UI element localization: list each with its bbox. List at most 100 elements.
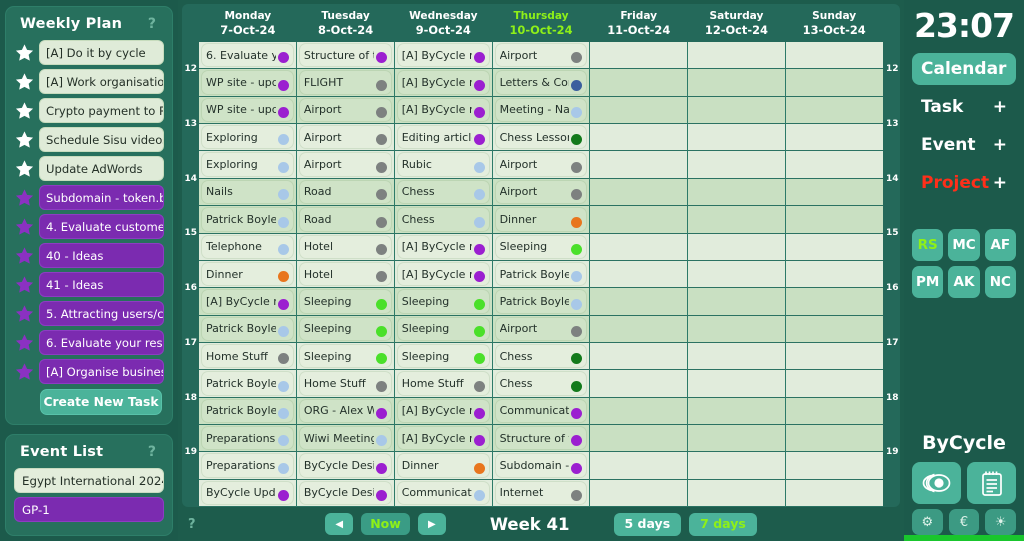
calendar-event[interactable]: Sleeping xyxy=(396,343,490,369)
weekly-task-chip[interactable]: 5. Attracting users/cus xyxy=(39,301,164,326)
calendar-slot[interactable] xyxy=(590,425,688,453)
calendar-slot[interactable]: Airport xyxy=(492,151,590,179)
notepad-icon[interactable] xyxy=(967,462,1016,504)
calendar-slot[interactable] xyxy=(688,370,786,398)
calendar-event[interactable]: Communication xyxy=(396,480,490,506)
calendar-slot[interactable]: 6. Evaluate your xyxy=(199,42,296,70)
calendar-event[interactable]: Chess xyxy=(396,207,490,232)
calendar-slot[interactable]: [A] ByCycle meth xyxy=(394,69,492,97)
calendar-slot[interactable]: Patrick Boyle vid xyxy=(199,397,296,426)
calendar-event[interactable]: Chess xyxy=(494,343,588,369)
prev-week-button[interactable]: ◀ xyxy=(325,513,354,535)
calendar-event[interactable]: [A] ByCycle meth xyxy=(396,97,490,123)
weekly-task-chip[interactable]: 41 - Ideas xyxy=(39,272,164,297)
calendar-event[interactable]: Airport xyxy=(494,179,588,205)
calendar-event[interactable]: Road xyxy=(298,207,392,232)
star-icon[interactable] xyxy=(14,101,35,121)
now-button[interactable]: Now xyxy=(361,513,410,535)
calendar-slot[interactable]: Preparations xyxy=(199,425,296,453)
calendar-slot[interactable]: Airport xyxy=(296,96,394,125)
calendar-slot[interactable]: Dinner xyxy=(199,260,296,289)
avatar-pm[interactable]: PM xyxy=(912,266,944,298)
calendar-event[interactable]: Rubic xyxy=(396,152,490,177)
calendar-slot[interactable]: Airport xyxy=(492,315,590,343)
calendar-slot[interactable]: Patrick Boyle vid xyxy=(199,206,296,234)
nav-item-project[interactable]: Project + xyxy=(912,167,1016,199)
calendar-slot[interactable]: Wiwi Meeting xyxy=(296,425,394,453)
calendar-event[interactable]: [A] ByCycle meth xyxy=(201,289,294,314)
calendar-slot[interactable]: Hotel xyxy=(296,260,394,289)
calendar-slot[interactable] xyxy=(688,206,786,234)
calendar-event[interactable]: Hotel xyxy=(298,261,392,287)
calendar-slot[interactable]: Home Stuff xyxy=(296,370,394,398)
day-header-sunday[interactable]: Sunday 13-Oct-24 xyxy=(785,4,883,42)
weekly-task-chip[interactable]: [A] Do it by cycle xyxy=(39,40,164,65)
calendar-event[interactable]: Airport xyxy=(494,152,588,177)
day-header-tuesday[interactable]: Tuesday 8-Oct-24 xyxy=(297,4,395,42)
calendar-slot[interactable]: WP site - update xyxy=(199,96,296,125)
eye-icon[interactable] xyxy=(912,462,961,504)
calendar-event[interactable]: WP site - update xyxy=(201,70,294,95)
calendar-slot[interactable] xyxy=(590,69,688,97)
calendar-slot[interactable]: Sleeping xyxy=(394,342,492,371)
calendar-slot[interactable]: Editing articles xyxy=(394,124,492,152)
calendar-slot[interactable]: Chess xyxy=(394,206,492,234)
calendar-event[interactable]: Editing articles xyxy=(396,125,490,150)
calendar-event[interactable]: Home Stuff xyxy=(298,371,392,396)
calendar-event[interactable]: Patrick Boyle vid xyxy=(494,289,588,314)
calendar-slot[interactable]: ByCycle Updates xyxy=(199,479,296,507)
calendar-event[interactable]: Patrick Boyle vid xyxy=(201,371,294,396)
calendar-slot[interactable] xyxy=(786,69,884,97)
calendar-slot[interactable]: Rubic xyxy=(394,151,492,179)
calendar-slot[interactable]: Chess xyxy=(492,370,590,398)
calendar-event[interactable]: Sleeping xyxy=(298,289,392,314)
calendar-event[interactable]: Chess Lesson xyxy=(494,125,588,150)
event-list-item[interactable]: GP-1 xyxy=(14,497,164,522)
calendar-event[interactable]: Structure of the xyxy=(298,43,392,68)
gear-icon[interactable]: ⚙ xyxy=(912,509,943,535)
star-icon[interactable] xyxy=(14,246,35,266)
calendar-slot[interactable]: Dinner xyxy=(394,452,492,480)
calendar-slot[interactable] xyxy=(688,342,786,371)
nav-item-task[interactable]: Task + xyxy=(912,91,1016,123)
calendar-slot[interactable]: Home Stuff xyxy=(394,370,492,398)
weekly-task-chip[interactable]: 4. Evaluate customers xyxy=(39,214,164,239)
calendar-event[interactable]: Telephone xyxy=(201,234,294,259)
calendar-event[interactable]: Meeting - Namar xyxy=(494,97,588,123)
calendar-slot[interactable] xyxy=(786,479,884,507)
calendar-event[interactable]: Airport xyxy=(298,97,392,123)
calendar-slot[interactable]: Communication xyxy=(394,479,492,507)
calendar-slot[interactable] xyxy=(688,288,786,316)
calendar-slot[interactable] xyxy=(688,151,786,179)
calendar-event[interactable]: Sleeping xyxy=(396,316,490,341)
calendar-event[interactable]: Preparations xyxy=(201,453,294,478)
calendar-slot[interactable]: Road xyxy=(296,178,394,207)
calendar-slot[interactable] xyxy=(688,479,786,507)
avatar-af[interactable]: AF xyxy=(984,229,1016,261)
calendar-slot[interactable] xyxy=(590,206,688,234)
calendar-event[interactable]: Home Stuff xyxy=(201,343,294,369)
calendar-slot[interactable]: Letters & Commu xyxy=(492,69,590,97)
calendar-slot[interactable] xyxy=(590,370,688,398)
calendar-slot[interactable] xyxy=(786,206,884,234)
calendar-event[interactable]: Exploring xyxy=(201,125,294,150)
avatar-ak[interactable]: AK xyxy=(948,266,980,298)
calendar-slot[interactable]: Nails xyxy=(199,178,296,207)
calendar-slot[interactable]: Airport xyxy=(296,124,394,152)
calendar-slot[interactable] xyxy=(786,288,884,316)
calendar-slot[interactable]: WP site - update xyxy=(199,69,296,97)
next-week-button[interactable]: ▶ xyxy=(417,513,446,535)
calendar-slot[interactable]: Airport xyxy=(492,178,590,207)
calendar-event[interactable]: ORG - Alex WGA xyxy=(298,398,392,424)
create-new-task-button[interactable]: Create New Task xyxy=(40,389,162,415)
calendar-event[interactable]: Hotel xyxy=(298,234,392,259)
calendar-slot[interactable] xyxy=(786,425,884,453)
calendar-event[interactable]: WP site - update xyxy=(201,97,294,123)
calendar-event[interactable]: Patrick Boyle vid xyxy=(201,398,294,424)
calendar-event[interactable]: ByCycle Design xyxy=(298,453,392,478)
calendar-event[interactable]: [A] ByCycle meth xyxy=(396,234,490,259)
calendar-slot[interactable] xyxy=(786,342,884,371)
calendar-event[interactable]: ByCycle Design xyxy=(298,480,392,506)
calendar-slot[interactable] xyxy=(786,233,884,261)
calendar-slot[interactable]: [A] ByCycle meth xyxy=(394,260,492,289)
